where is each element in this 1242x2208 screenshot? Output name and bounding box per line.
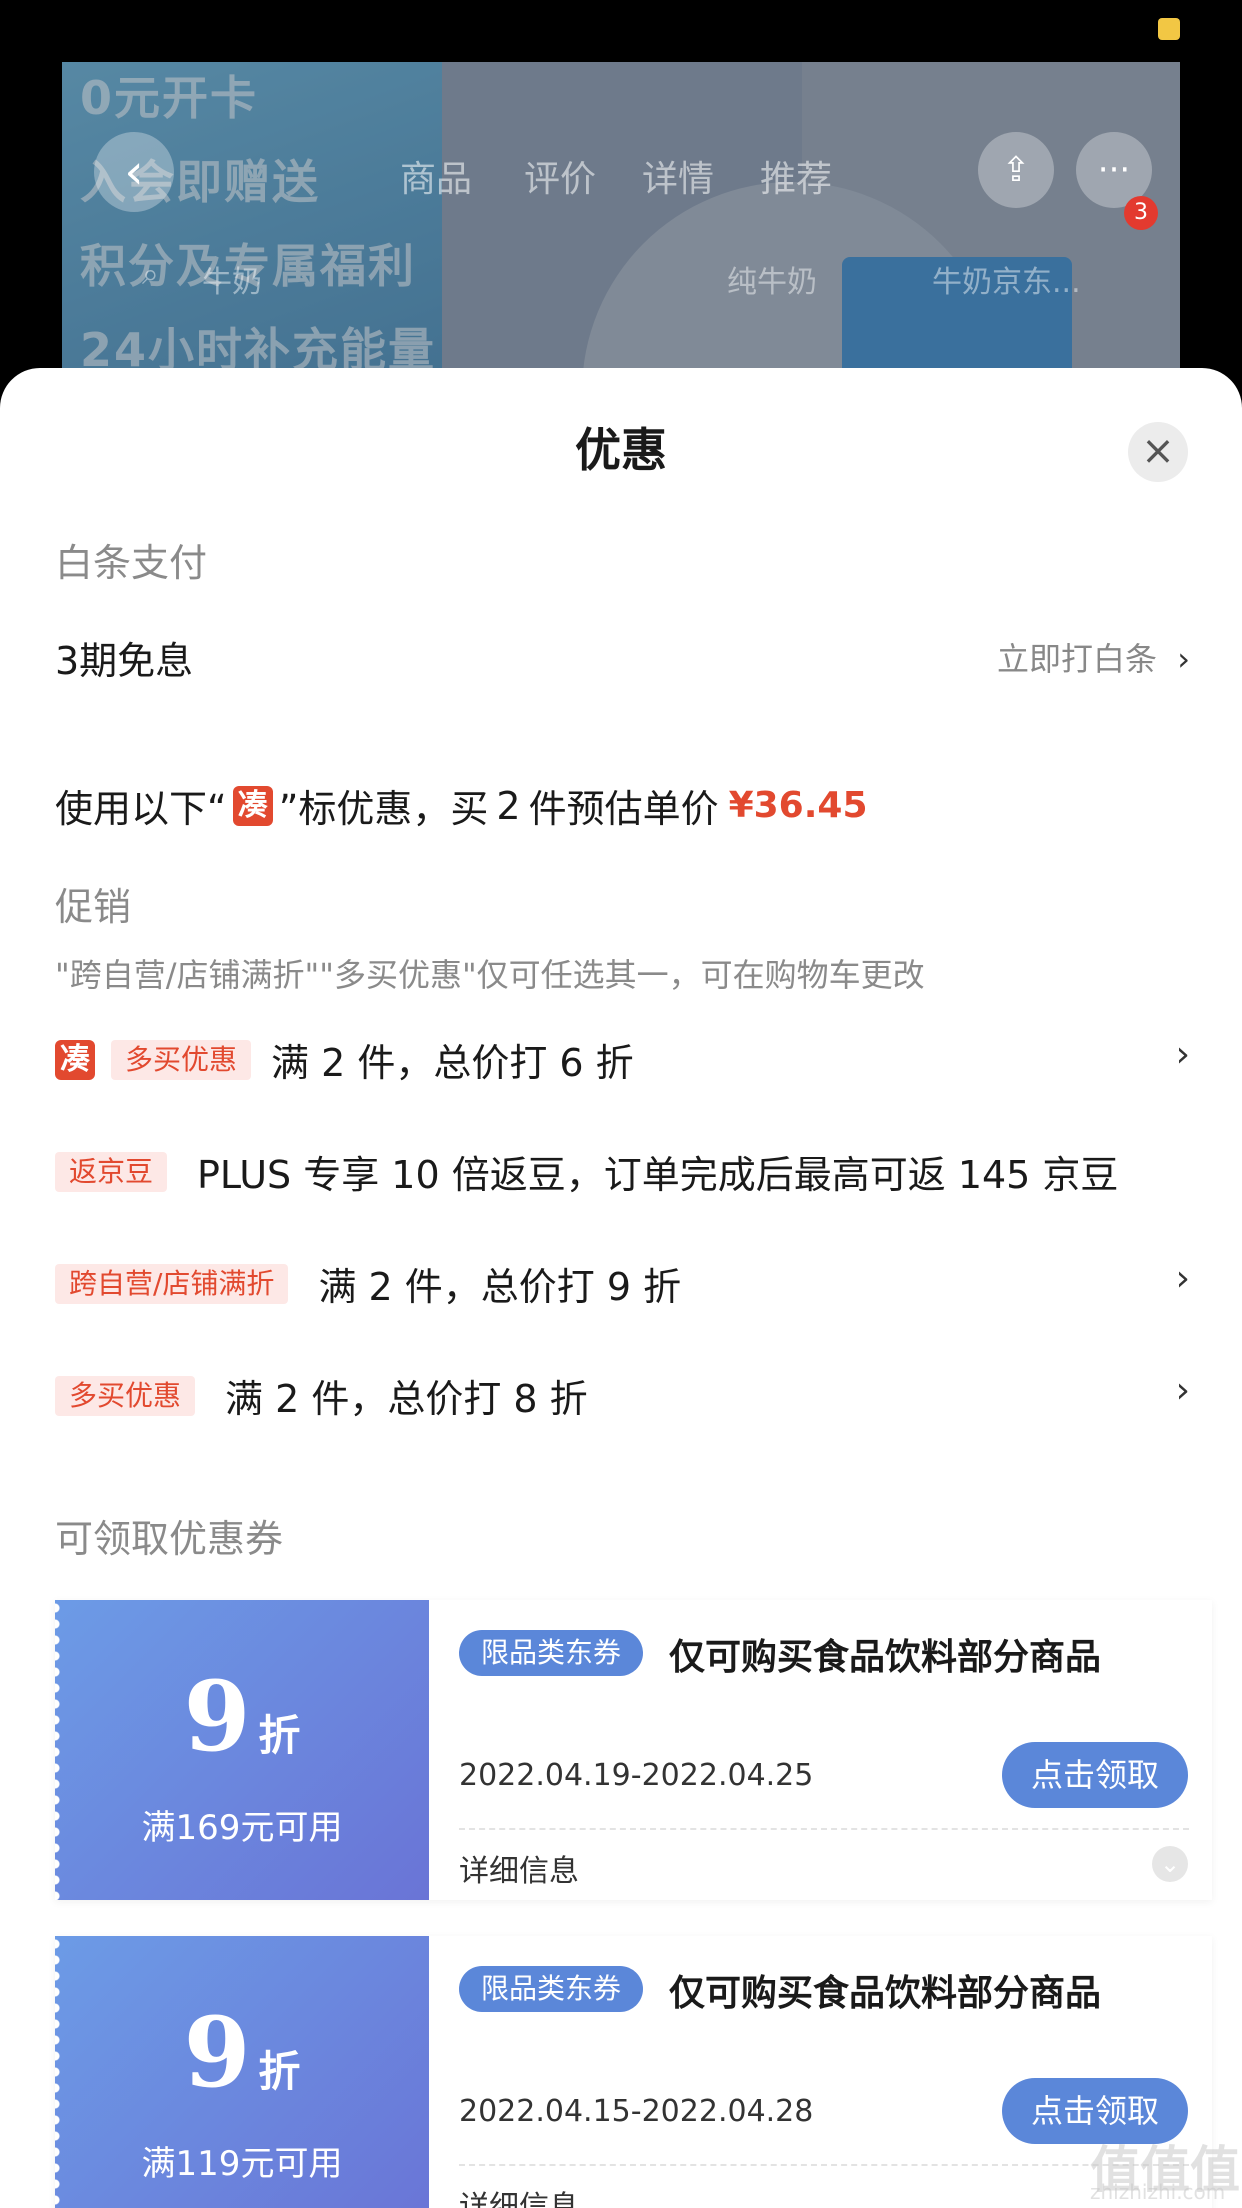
promotion-tag: 跨自营/店铺满折 (55, 1263, 289, 1304)
promotion-note: "跨自营/店铺满折""多买优惠"仅可任选其一，可在购物车更改 (55, 956, 925, 994)
discount-sheet: 优惠 × 白条支付 3期免息 立即打白条 › 使用以下“ 凑 ”标优惠，买 2 … (0, 368, 1242, 2208)
claim-coupon-button[interactable]: 点击领取 (1002, 1742, 1188, 1808)
promotion-desc: 满 2 件，总价打 9 折 (318, 1265, 682, 1309)
coupon-detail-link[interactable]: 详细信息 (459, 2182, 579, 2208)
tab-recommend[interactable]: 推荐 (760, 150, 832, 202)
search-icon: ⌕ (142, 257, 159, 292)
coupon-info-panel: 限品类东券 仅可购买食品饮料部分商品 2022.04.19-2022.04.25… (429, 1600, 1212, 1900)
search-word[interactable]: 纯牛奶 (727, 257, 817, 301)
coupon-title: 仅可购买食品饮料部分商品 (669, 1637, 1102, 1678)
coupon-condition: 满119元可用 (141, 2144, 343, 2184)
coupon-value-panel: 9折 满119元可用 (55, 1936, 429, 2208)
notification-badge: 3 (1124, 196, 1158, 230)
coupon-card: 9折 满169元可用 限品类东券 仅可购买食品饮料部分商品 2022.04.19… (55, 1600, 1212, 1900)
promotion-item: 返京豆 PLUS 专享 10 倍返豆，订单完成后最高可返 145 京豆 (55, 1144, 1118, 1199)
promotion-desc: 满 2 件，总价打 8 折 (225, 1377, 588, 1421)
back-icon[interactable]: ‹ (94, 132, 174, 212)
discount-number: 9 (183, 1996, 251, 2109)
coupon-validity: 2022.04.19-2022.04.25 (459, 1758, 814, 1793)
baitiao-section-label: 白条支付 (55, 541, 208, 585)
chevron-right-icon: › (1177, 640, 1190, 678)
baitiao-action-link[interactable]: 立即打白条 › (997, 634, 1190, 680)
summary-middle: ”标优惠，买 (278, 787, 489, 831)
installment-plan: 3期免息 (55, 639, 194, 683)
promotion-desc: PLUS 专享 10 倍返豆，订单完成后最高可返 145 京豆 (197, 1153, 1119, 1197)
tab-product[interactable]: 商品 (400, 150, 472, 202)
promotion-item[interactable]: 多买优惠 满 2 件，总价打 8 折 (55, 1368, 588, 1423)
promotion-item[interactable]: 凑 多买优惠 满 2 件，总价打 6 折 (55, 1032, 634, 1087)
promotion-tag: 多买优惠 (55, 1375, 196, 1416)
estimated-price: ¥36.45 (728, 785, 868, 826)
tab-details[interactable]: 详情 (642, 150, 714, 202)
coupon-title: 仅可购买食品饮料部分商品 (669, 1973, 1102, 2014)
product-nav-bar: ‹ 商品 评价 详情 推荐 ⇪ ··· 3 (62, 122, 1180, 232)
coupon-condition: 满169元可用 (141, 1808, 343, 1848)
summary-quantity: 2 (496, 783, 521, 828)
promotion-section-label: 促销 (55, 885, 132, 929)
tab-reviews[interactable]: 评价 (524, 150, 596, 202)
close-icon[interactable]: × (1128, 422, 1188, 482)
coupon-discount: 9折 (55, 1996, 429, 2109)
coupon-discount: 9折 (55, 1660, 429, 1773)
coupon-detail-link[interactable]: 详细信息 (459, 1846, 579, 1890)
cou-tag-icon: 凑 (232, 785, 273, 826)
promotion-item[interactable]: 跨自营/店铺满折 满 2 件，总价打 9 折 (55, 1256, 681, 1311)
discount-unit: 折 (258, 2047, 301, 2096)
promotion-tag: 返京豆 (55, 1151, 168, 1192)
coupon-validity: 2022.04.15-2022.04.28 (459, 2094, 814, 2129)
divider (459, 2164, 1189, 2166)
coupon-card: 9折 满119元可用 限品类东券 仅可购买食品饮料部分商品 2022.04.15… (55, 1936, 1212, 2208)
coupon-category-tag: 限品类东券 (459, 1966, 644, 2012)
coupon-value-panel: 9折 满169元可用 (55, 1600, 429, 1900)
chevron-right-icon[interactable]: › (1176, 1034, 1190, 1075)
discount-unit: 折 (258, 1711, 301, 1760)
watermark-url: zhizhizhi.com (1090, 2180, 1226, 2204)
promotion-tag: 多买优惠 (111, 1039, 252, 1080)
chevron-right-icon[interactable]: › (1176, 1258, 1190, 1299)
product-page-background: 0元开卡 入会即赠送 积分及专属福利 24小时补充能量 ‹ 商品 评价 详情 推… (62, 62, 1180, 392)
discount-number: 9 (183, 1660, 251, 1773)
cou-tag-icon: 凑 (55, 1039, 95, 1080)
divider (459, 1828, 1189, 1830)
coupon-section-label: 可领取优惠券 (55, 1517, 284, 1561)
summary-prefix: 使用以下“ (55, 787, 227, 831)
chevron-right-icon[interactable]: › (1176, 1370, 1190, 1411)
baitiao-action-label: 立即打白条 (997, 640, 1158, 678)
summary-suffix: 件预估单价 (528, 787, 719, 831)
share-icon[interactable]: ⇪ (978, 132, 1054, 208)
sheet-title: 优惠 (575, 423, 667, 477)
price-summary: 使用以下“ 凑 ”标优惠，买 2 件预估单价 ¥36.45 (55, 778, 868, 833)
promotion-desc: 满 2 件，总价打 6 折 (271, 1041, 634, 1085)
search-suggestions: ⌕ 牛奶 纯牛奶 牛奶京东... (62, 237, 1180, 337)
search-word[interactable]: 牛奶京东... (932, 257, 1081, 301)
search-word[interactable]: 牛奶 (202, 257, 262, 301)
chevron-down-icon[interactable]: ⌄ (1152, 1846, 1188, 1882)
status-indicator (1158, 18, 1180, 40)
coupon-category-tag: 限品类东券 (459, 1630, 644, 1676)
